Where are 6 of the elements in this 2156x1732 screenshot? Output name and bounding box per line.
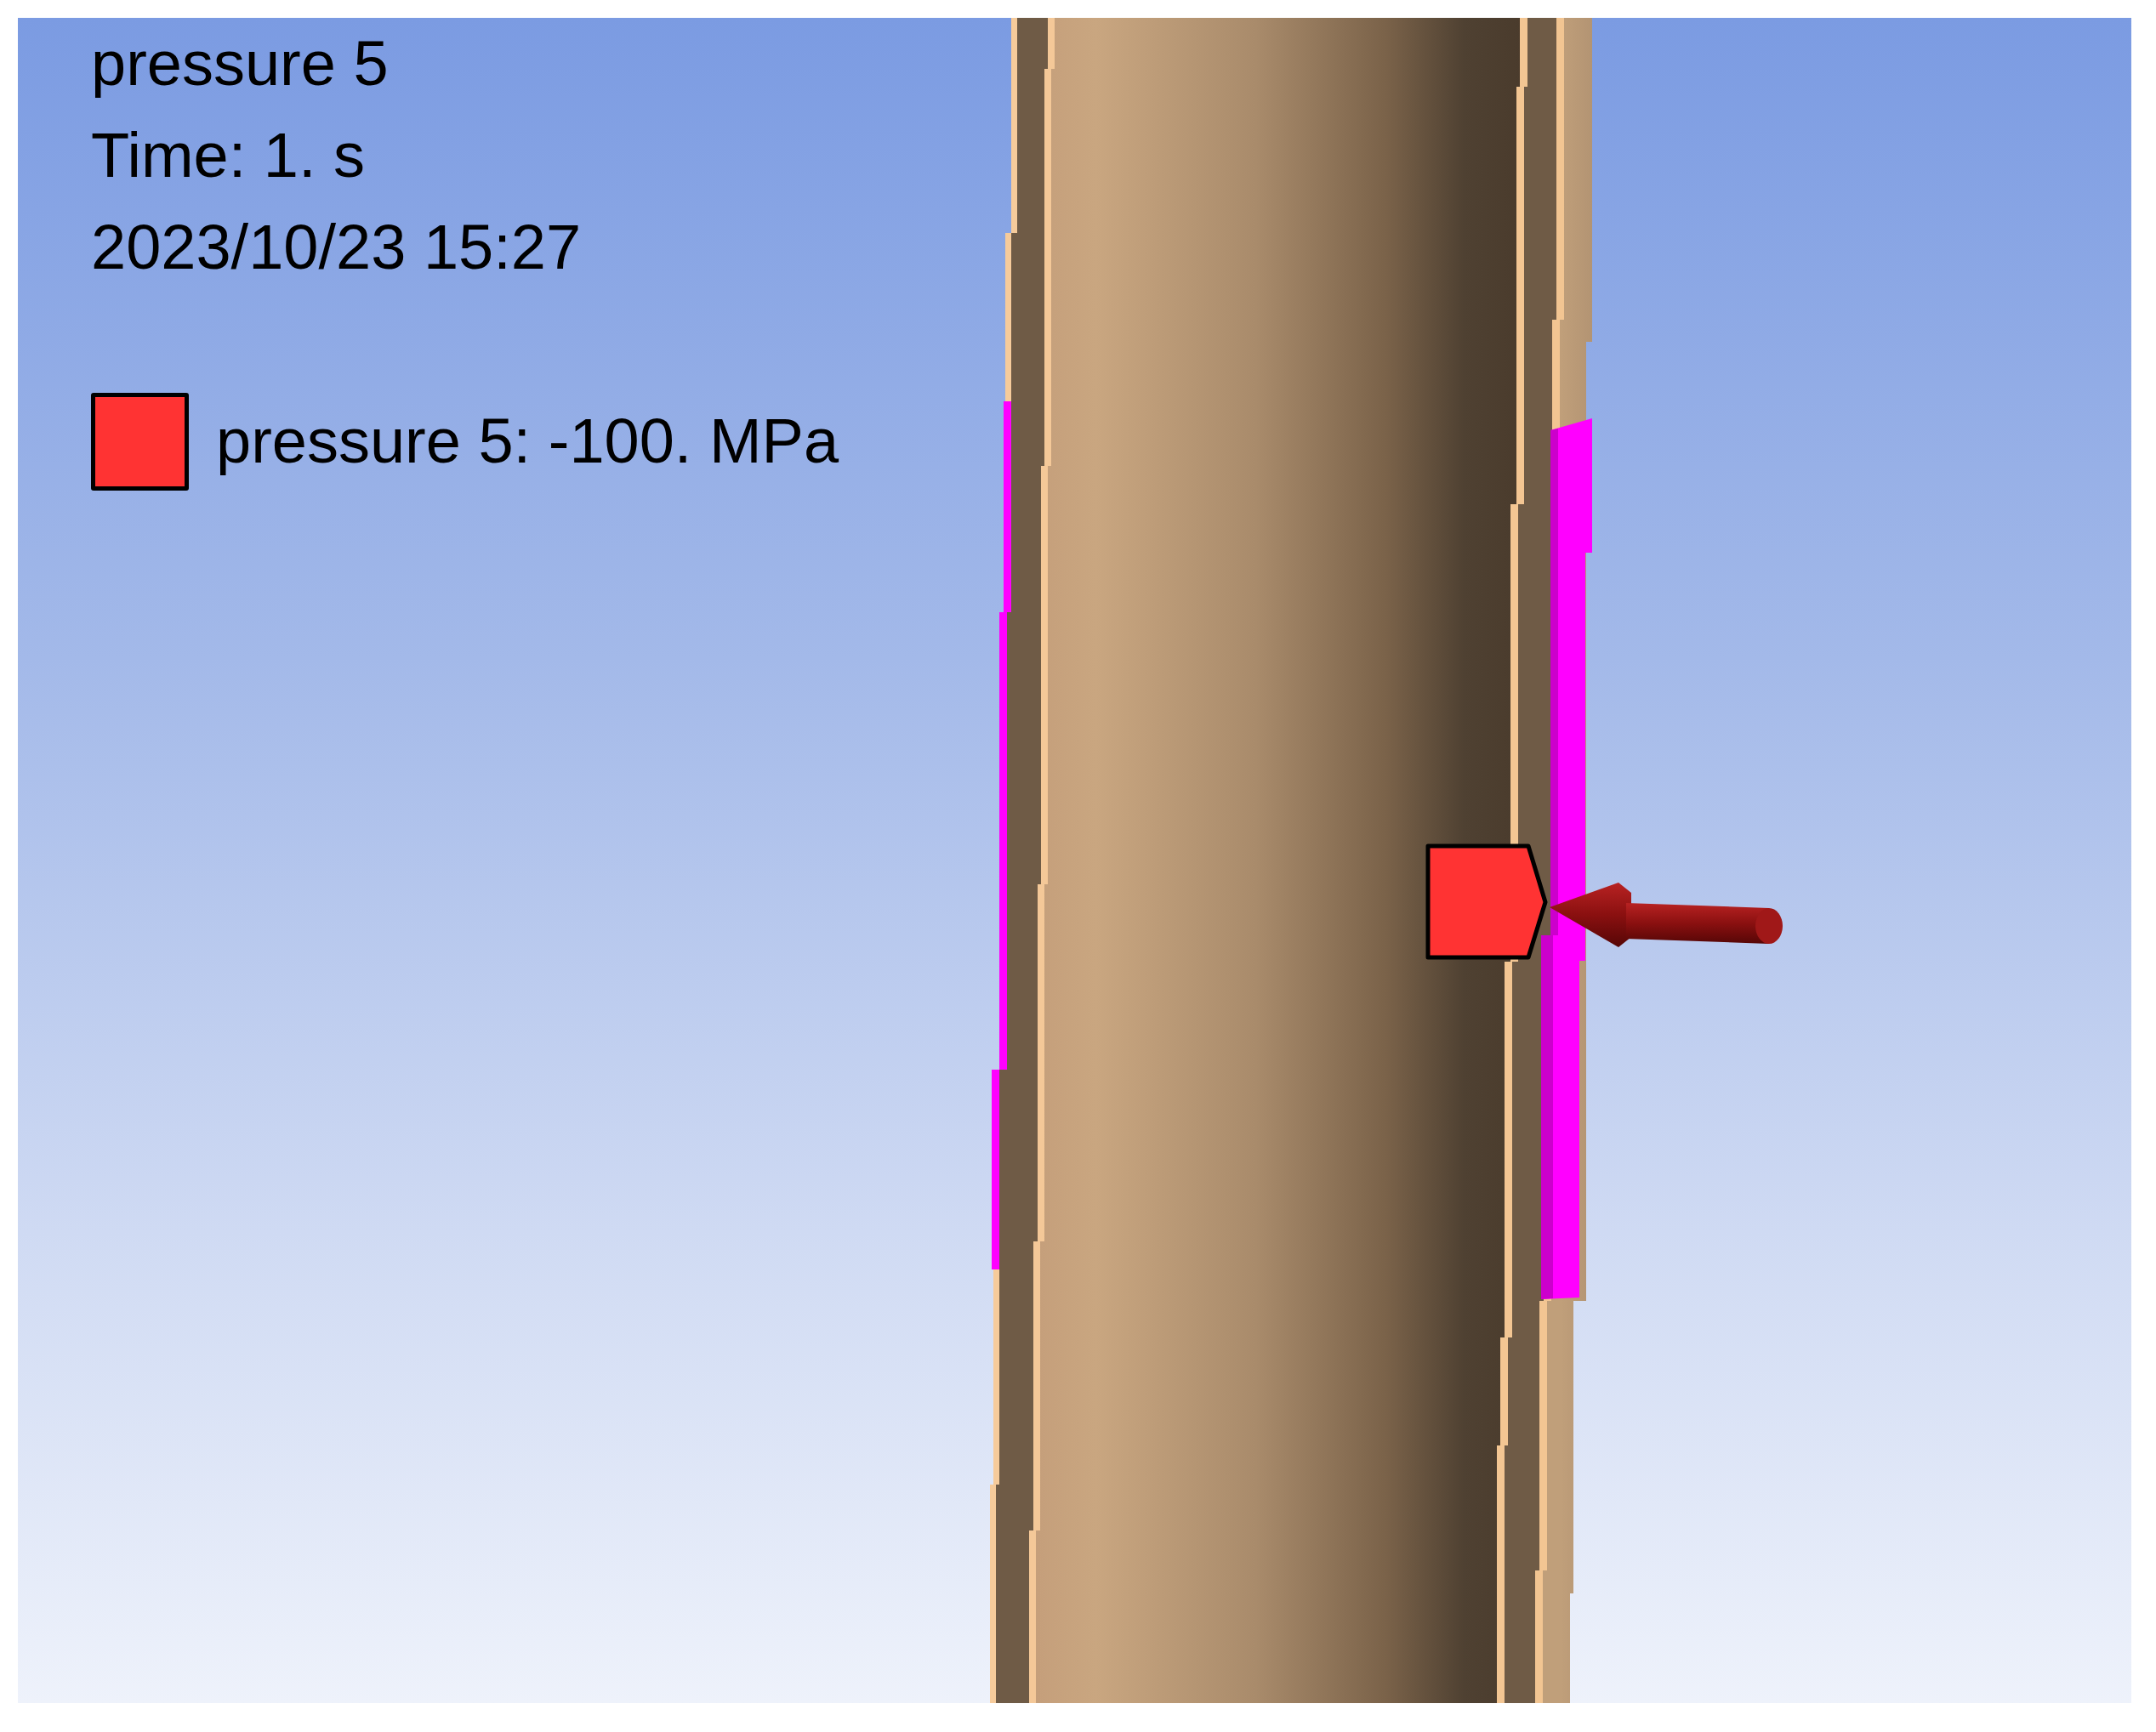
load-title: pressure 5: [91, 27, 389, 100]
legend-label: pressure 5: -100. MPa: [216, 405, 839, 479]
time-label: Time: 1. s: [91, 119, 366, 192]
arrow-icon: [1550, 883, 1783, 947]
tag-icon: [1425, 843, 1548, 960]
timestamp-label: 2023/10/23 15:27: [91, 211, 582, 284]
